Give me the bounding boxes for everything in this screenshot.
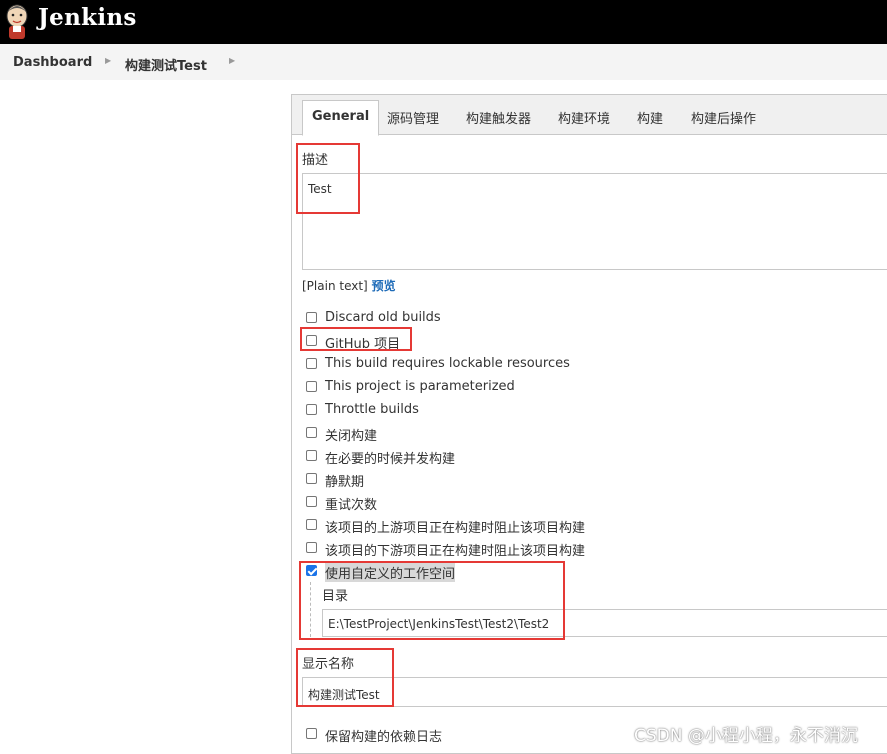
checkbox[interactable] [306,427,317,438]
option-label: 静默期 [325,475,365,490]
annotation-box-display-name [296,648,394,707]
breadcrumb-chevron-icon[interactable]: ▶ [229,56,235,65]
annotation-box-github [300,327,412,351]
annotation-box-workspace [299,561,565,640]
tab-build[interactable]: 构建 [637,108,663,127]
option-label: This build requires lockable resources [325,356,570,371]
jenkins-logo-icon[interactable] [4,2,30,40]
tab-general[interactable]: General [302,100,380,136]
checkbox[interactable] [306,519,317,530]
brand-title[interactable]: Jenkins [38,4,137,31]
checkbox[interactable] [306,473,317,484]
checkbox[interactable] [306,496,317,507]
option-label: 该项目的上游项目正在构建时阻止该项目构建 [325,521,586,536]
option-label: 保留构建的依赖日志 [325,730,443,745]
tab-environment[interactable]: 构建环境 [558,108,610,127]
tab-triggers[interactable]: 构建触发器 [466,108,531,127]
top-header: Jenkins [0,0,887,44]
option-label: This project is parameterized [325,379,515,394]
config-tabs: General 源码管理 构建触发器 构建环境 构建 构建后操作 [292,95,887,136]
annotation-box-description [296,143,360,214]
checkbox[interactable] [306,728,317,739]
tab-scm[interactable]: 源码管理 [387,108,439,127]
breadcrumb-dashboard[interactable]: Dashboard [13,55,92,70]
breadcrumb-job[interactable]: 构建测试Test [125,55,207,74]
option-label: 关闭构建 [325,429,378,444]
breadcrumb-chevron-icon[interactable]: ▶ [105,56,111,65]
csdn-watermark: CSDN @小程小程，永不消沉 [634,726,858,746]
option-label: 重试次数 [325,498,378,513]
checkbox[interactable] [306,542,317,553]
tab-post-build[interactable]: 构建后操作 [691,108,756,127]
checkbox[interactable] [306,312,317,323]
checkbox[interactable] [306,450,317,461]
option-label: Discard old builds [325,310,441,325]
preview-link[interactable]: 预览 [372,279,396,293]
breadcrumb: Dashboard ▶ 构建测试Test ▶ [0,44,887,80]
checkbox[interactable] [306,381,317,392]
option-label: 该项目的下游项目正在构建时阻止该项目构建 [325,544,586,559]
plain-text-label: [Plain text] [302,279,368,293]
description-textarea[interactable]: Test [302,173,887,270]
checkbox[interactable] [306,358,317,369]
option-label: 在必要的时候并发构建 [325,452,456,467]
option-label: Throttle builds [325,402,419,417]
checkbox[interactable] [306,404,317,415]
plain-text-hint: [Plain text] 预览 [302,277,396,294]
